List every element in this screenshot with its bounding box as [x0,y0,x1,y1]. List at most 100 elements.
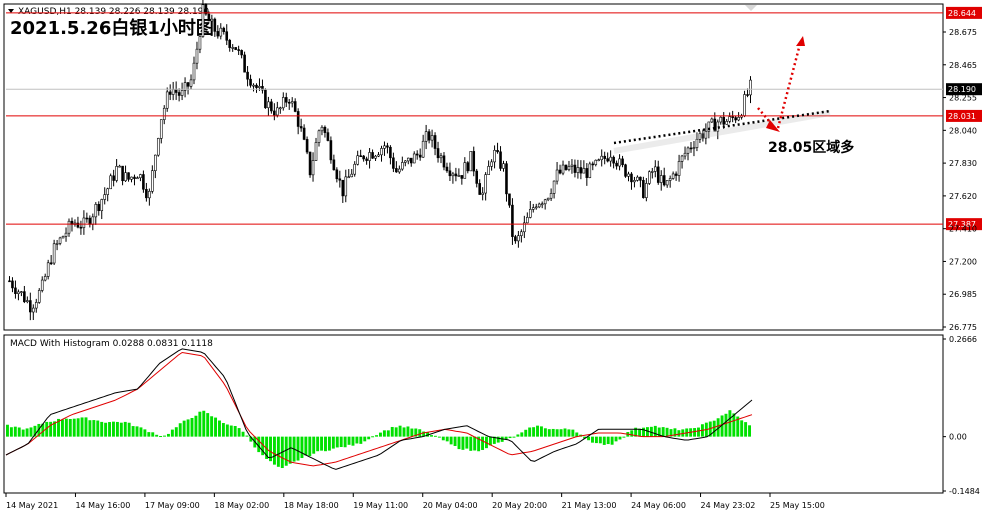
candle-body [270,101,273,112]
candle-body [591,163,595,166]
candle-body [58,237,62,244]
macd-title: MACD With Histogram 0.0288 0.0831 0.1118 [10,339,213,349]
macd-histogram-bar [457,436,461,450]
macd-histogram-bar [123,421,127,437]
candle-body [287,101,291,104]
macd-histogram-bar [410,428,414,437]
candle-body [341,179,345,197]
candle-body [207,13,211,22]
candle-body [168,91,172,95]
candle-body [210,18,214,22]
candle-body [692,147,696,149]
candle-body [29,300,32,313]
macd-histogram-bar [449,436,453,445]
candle-body [145,189,148,199]
candle-body [710,118,714,123]
macd-histogram-bar [481,436,485,450]
candle-body [94,204,98,218]
candle-body [61,236,65,239]
candle-body [177,92,181,96]
candle-body [499,151,502,169]
macd-histogram-bar [441,436,445,441]
price-tick-label: 27.620 [949,192,977,201]
candle-body [231,47,234,49]
macd-histogram-bar [390,426,394,437]
macd-histogram-bar [60,419,64,437]
candle-body [186,82,190,87]
candle-body [284,97,288,103]
candle-body [332,159,336,171]
candle-body [561,164,565,174]
time-tick-label: 17 May 09:00 [145,501,200,510]
candle-body [514,236,517,242]
candle-body [537,203,541,208]
candle-body [677,161,681,176]
candle-body [683,152,687,157]
macd-histogram-bar [665,427,669,437]
candle-body [451,173,455,177]
candle-body [624,164,627,177]
candle-body [642,180,645,198]
candle-body [526,217,529,224]
candle-body [52,243,56,264]
macd-histogram-bar [331,436,335,449]
macd-histogram-bar [296,436,300,461]
candle-body [415,153,419,156]
candle-body [130,176,133,180]
candle-body [359,155,362,158]
candle-body [350,173,354,178]
candle-body [127,172,130,180]
candle-body [252,84,255,87]
candle-body [103,194,107,200]
macd-histogram-bar [504,436,508,440]
candle-body [37,290,41,303]
candle-body [508,193,511,206]
candle-body [320,126,324,132]
candle-body [347,176,351,179]
macd-histogram-bar [76,418,80,437]
candle-body [442,155,446,168]
candle-body [281,97,285,109]
candle-body [627,173,630,177]
candle-body [606,158,609,162]
time-tick-label: 14 May 16:00 [75,501,130,510]
candle-body [457,175,461,177]
macd-histogram-bar [221,423,225,437]
candle-body [579,167,583,174]
macd-histogram-bar [732,413,736,437]
macd-histogram-bar [551,428,555,437]
candle-body [264,89,267,109]
candle-body [725,121,729,125]
candle-body [311,160,315,176]
macd-histogram-bar [359,436,363,444]
candle-body [406,157,410,162]
macd-histogram-bar [327,436,331,451]
candle-body [389,146,392,159]
macd-histogram-bar [166,433,170,437]
chart-canvas[interactable]: XAGUSD,H1 28.139 28.226 28.139 28.190 20… [0,0,986,518]
macd-histogram-bar [80,417,84,437]
price-tick-label: 27.830 [949,159,977,168]
candle-body [79,226,83,229]
price-tick-label: 28.465 [949,61,977,70]
candle-body [258,86,261,88]
candle-body [91,216,95,225]
candle-body [505,163,508,195]
candle-body [31,307,35,313]
macd-histogram-bar [532,427,536,437]
candle-body [686,147,690,154]
macd-histogram-bar [618,436,622,440]
candle-body [308,151,312,176]
candle-body [219,27,223,37]
macd-histogram-bar [276,436,280,467]
macd-histogram-bar [375,435,378,437]
candle-body [695,138,699,148]
macd-histogram-bar [379,432,382,437]
macd-histogram-bar [563,428,567,437]
macd-histogram-bar [469,436,473,451]
candle-body [371,152,374,159]
macd-histogram-bar [339,436,343,448]
candle-body [17,291,20,294]
candle-body [356,155,359,165]
candle-body [293,101,297,112]
